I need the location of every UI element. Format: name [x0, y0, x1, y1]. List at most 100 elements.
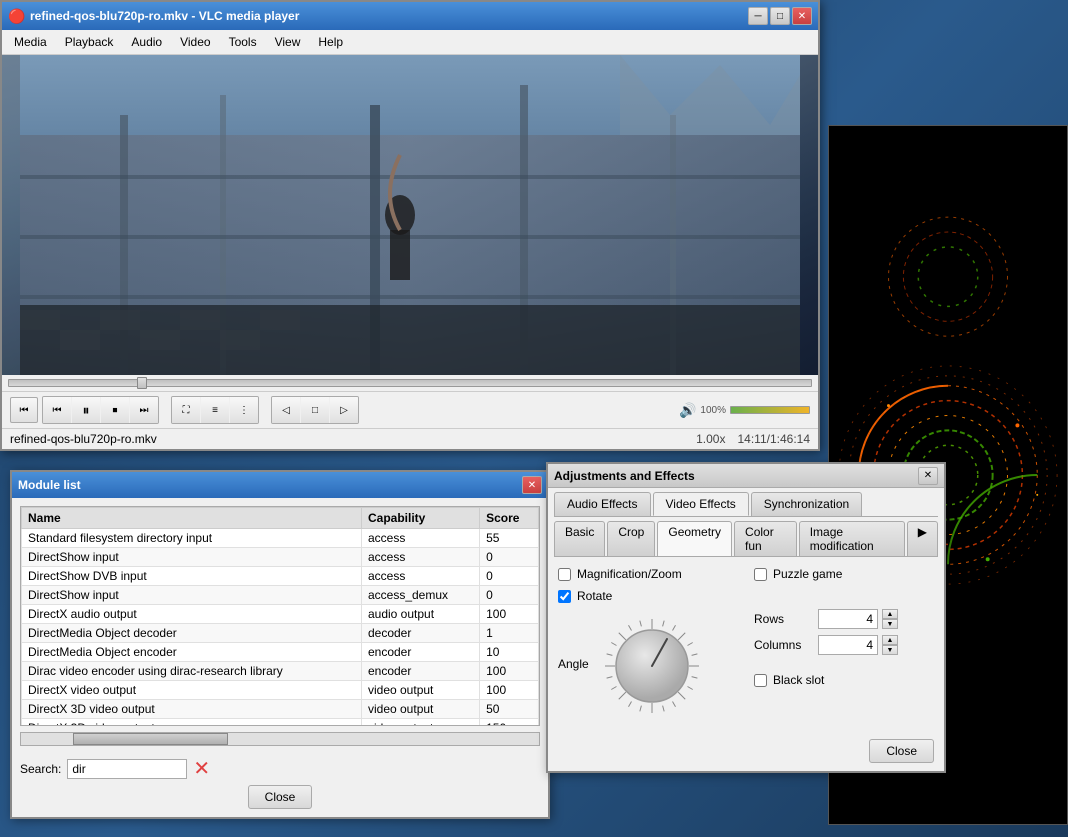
prev-button[interactable]: ⏮ [43, 397, 71, 423]
columns-up-button[interactable]: ▲ [882, 635, 898, 645]
menu-audio[interactable]: Audio [123, 32, 170, 52]
video-frame [2, 55, 818, 375]
frame-snapshot-button[interactable]: □ [301, 397, 329, 423]
table-row: DirectX 3D video outputvideo output150 [22, 719, 539, 727]
effects-dialog-title: Adjustments and Effects [554, 469, 695, 483]
rows-input[interactable] [818, 609, 878, 629]
menu-video[interactable]: Video [172, 32, 218, 52]
volume-fill [731, 407, 809, 413]
table-row: DirectShow inputaccess0 [22, 548, 539, 567]
rows-down-button[interactable]: ▼ [882, 619, 898, 629]
effects-footer: Close [548, 731, 944, 771]
stop-button[interactable]: ⏹ [101, 397, 129, 423]
columns-label: Columns [754, 638, 814, 652]
maximize-button[interactable]: □ [770, 7, 790, 25]
angle-dial-container: Angle [558, 611, 738, 721]
tab-video-effects[interactable]: Video Effects [653, 492, 749, 516]
video-area[interactable] [2, 55, 818, 375]
modules-close-x-button[interactable]: ✕ [522, 476, 542, 494]
status-bar: refined-qos-blu720p-ro.mkv 1.00x 14:11/1… [2, 428, 818, 449]
modules-content: Name Capability Score Standard filesyste… [12, 498, 548, 817]
window-title: refined-qos-blu720p-ro.mkv - VLC media p… [30, 9, 299, 23]
search-clear-button[interactable]: ✕ [193, 756, 210, 781]
sub-tab-crop[interactable]: Crop [607, 521, 655, 556]
controls-area: ⏮ ⏮ ⏸ ⏹ ⏭ ⛶ ≡ ⋮ ◁ □ ▷ 🔊 100% [2, 392, 818, 428]
effects-close-x-button[interactable]: ✕ [918, 467, 938, 485]
rows-up-button[interactable]: ▲ [882, 609, 898, 619]
menu-tools[interactable]: Tools [221, 32, 265, 52]
table-row: DirectMedia Object decoderdecoder1 [22, 624, 539, 643]
rotate-label: Rotate [577, 589, 612, 603]
minimize-button[interactable]: ─ [748, 7, 768, 25]
rows-input-row: Rows ▲ ▼ [754, 609, 934, 629]
volume-area: 🔊 100% [679, 402, 810, 419]
menu-help[interactable]: Help [310, 32, 351, 52]
tab-audio-effects[interactable]: Audio Effects [554, 492, 651, 516]
table-row: DirectShow inputaccess_demux0 [22, 586, 539, 605]
table-row: Standard filesystem directory inputacces… [22, 529, 539, 548]
col-capability: Capability [361, 508, 479, 529]
extended-settings-button[interactable]: ≡ [201, 397, 229, 423]
transport-controls: ⏮ ⏸ ⏹ ⏭ [42, 396, 159, 424]
effects-close-button[interactable]: Close [869, 739, 934, 763]
menu-view[interactable]: View [267, 32, 309, 52]
fullscreen-button[interactable]: ⛶ [172, 397, 200, 423]
next-button[interactable]: ⏭ [130, 397, 158, 423]
magnification-zoom-checkbox[interactable] [558, 568, 571, 581]
window-controls: ─ □ ✕ [748, 7, 812, 25]
angle-label: Angle [558, 657, 589, 671]
speed-label: 1.00x [696, 432, 725, 446]
columns-down-button[interactable]: ▼ [882, 645, 898, 655]
modules-table: Name Capability Score Standard filesyste… [21, 507, 539, 726]
frame-prev-button[interactable]: ◁ [272, 397, 300, 423]
angle-dial[interactable] [597, 611, 707, 721]
columns-input[interactable] [818, 635, 878, 655]
effects-dialog: Adjustments and Effects ✕ Audio Effects … [546, 462, 946, 773]
col-score: Score [480, 508, 539, 529]
rotate-row: Rotate [558, 589, 738, 603]
frame-next-button[interactable]: ▷ [330, 397, 358, 423]
rows-spinner: ▲ ▼ [882, 609, 898, 629]
horizontal-scrollbar[interactable] [20, 732, 540, 746]
progress-area [2, 375, 818, 392]
black-slot-checkbox[interactable] [754, 674, 767, 687]
black-slot-row: Black slot [754, 673, 934, 687]
close-window-button[interactable]: ✕ [792, 7, 812, 25]
progress-thumb[interactable] [137, 377, 147, 389]
skip-back-button[interactable]: ⏮ [10, 397, 38, 423]
vlc-logo-icon: 🔴 [8, 8, 24, 24]
modules-scroll-area[interactable]: Name Capability Score Standard filesyste… [20, 506, 540, 726]
columns-spinner: ▲ ▼ [882, 635, 898, 655]
volume-bar[interactable] [730, 406, 810, 414]
show-playlist-button[interactable]: ⋮ [230, 397, 258, 423]
modules-title-bar: Module list ✕ [12, 472, 548, 498]
frame-controls: ◁ □ ▷ [271, 396, 359, 424]
sub-tab-basic[interactable]: Basic [554, 521, 605, 556]
progress-track[interactable] [8, 379, 812, 387]
sub-tab-geometry[interactable]: Geometry [657, 521, 732, 556]
play-pause-button[interactable]: ⏸ [72, 397, 100, 423]
rotate-checkbox[interactable] [558, 590, 571, 603]
main-tabs: Audio Effects Video Effects Synchronizat… [548, 488, 944, 516]
table-row: Dirac video encoder using dirac-research… [22, 662, 539, 681]
sub-tab-image-modification[interactable]: Image modification [799, 521, 905, 556]
menu-media[interactable]: Media [6, 32, 55, 52]
table-row: DirectX audio outputaudio output100 [22, 605, 539, 624]
effects-title-bar: Adjustments and Effects ✕ [548, 464, 944, 488]
search-input[interactable] [67, 759, 187, 779]
vlc-main-window: 🔴 refined-qos-blu720p-ro.mkv - VLC media… [0, 0, 820, 451]
time-label: 14:11/1:46:14 [737, 432, 810, 446]
sub-tabs: Basic Crop Geometry Color fun Image modi… [548, 517, 944, 556]
modules-close-button[interactable]: Close [248, 785, 313, 809]
tab-synchronization[interactable]: Synchronization [751, 492, 862, 516]
filename-label: refined-qos-blu720p-ro.mkv [10, 432, 157, 446]
sub-tab-color-fun[interactable]: Color fun [734, 521, 797, 556]
search-bar: Search: ✕ [20, 752, 540, 785]
sub-tab-more[interactable]: ▶ [907, 521, 938, 556]
search-label: Search: [20, 762, 61, 776]
puzzle-game-label: Puzzle game [773, 567, 842, 581]
menu-bar: Media Playback Audio Video Tools View He… [2, 30, 818, 55]
menu-playback[interactable]: Playback [57, 32, 122, 52]
puzzle-game-checkbox[interactable] [754, 568, 767, 581]
view-controls: ⛶ ≡ ⋮ [171, 396, 259, 424]
